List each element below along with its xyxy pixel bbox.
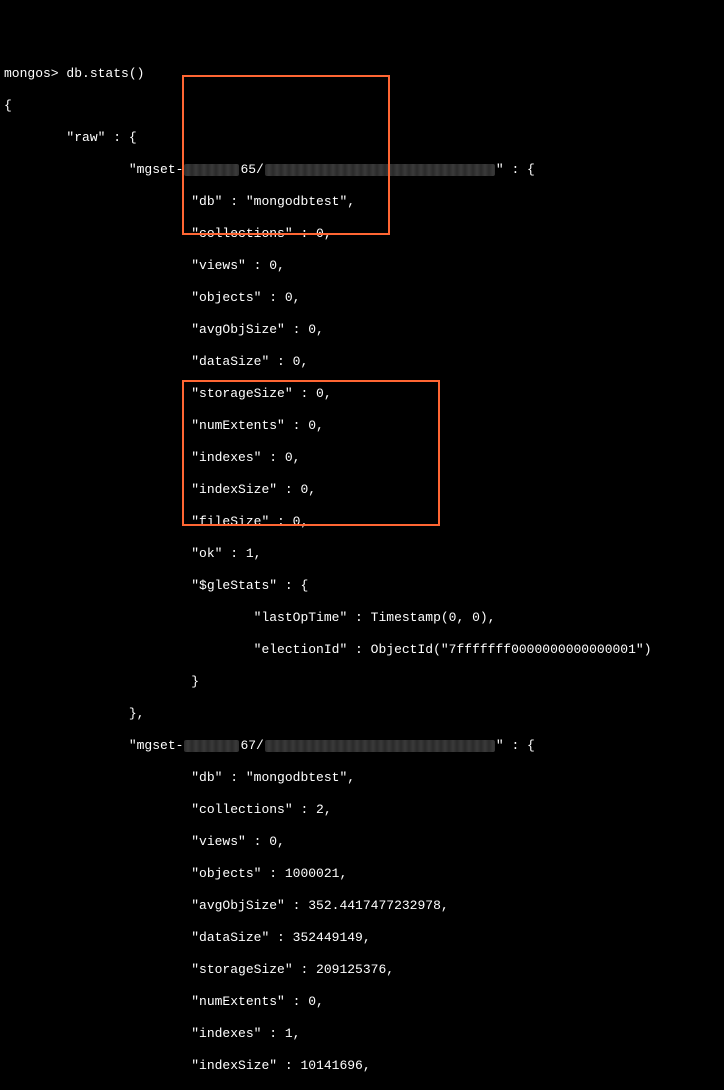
output-line: "lastOpTime" : Timestamp(0, 0), bbox=[4, 610, 720, 626]
output-line: "objects" : 0, bbox=[4, 290, 720, 306]
output-line: "$gleStats" : { bbox=[4, 578, 720, 594]
output-line: "collections" : 0, bbox=[4, 226, 720, 242]
output-line: "dataSize" : 0, bbox=[4, 354, 720, 370]
output-line: "db" : "mongodbtest", bbox=[4, 194, 720, 210]
shard-header: "mgset-67/" : { bbox=[4, 738, 720, 754]
output-line: "views" : 0, bbox=[4, 834, 720, 850]
output-line: "objects" : 1000021, bbox=[4, 866, 720, 882]
output-line: } bbox=[4, 674, 720, 690]
output-line: "avgObjSize" : 352.4417477232978, bbox=[4, 898, 720, 914]
output-line: "indexes" : 1, bbox=[4, 1026, 720, 1042]
redacted-text bbox=[184, 164, 239, 176]
output-line: "storageSize" : 0, bbox=[4, 386, 720, 402]
output-line: }, bbox=[4, 706, 720, 722]
output-line: "indexSize" : 0, bbox=[4, 482, 720, 498]
output-line: "electionId" : ObjectId("7fffffff0000000… bbox=[4, 642, 720, 658]
output-line: "storageSize" : 209125376, bbox=[4, 962, 720, 978]
output-line: "numExtents" : 0, bbox=[4, 418, 720, 434]
output-line: "collections" : 2, bbox=[4, 802, 720, 818]
output-line: "ok" : 1, bbox=[4, 546, 720, 562]
prompt-line: mongos> db.stats() bbox=[4, 66, 720, 82]
output-line: "avgObjSize" : 0, bbox=[4, 322, 720, 338]
output-line: "dataSize" : 352449149, bbox=[4, 930, 720, 946]
output-line: "fileSize" : 0, bbox=[4, 514, 720, 530]
shell-prompt: mongos> bbox=[4, 66, 66, 81]
redacted-text bbox=[265, 164, 495, 176]
command-text: db.stats() bbox=[66, 66, 144, 81]
redacted-text bbox=[184, 740, 239, 752]
output-line: "indexSize" : 10141696, bbox=[4, 1058, 720, 1074]
output-line: "indexes" : 0, bbox=[4, 450, 720, 466]
redacted-text bbox=[265, 740, 495, 752]
output-line: { bbox=[4, 98, 720, 114]
shard-header: "mgset-65/" : { bbox=[4, 162, 720, 178]
output-line: "db" : "mongodbtest", bbox=[4, 770, 720, 786]
output-line: "raw" : { bbox=[4, 130, 720, 146]
output-line: "views" : 0, bbox=[4, 258, 720, 274]
output-line: "numExtents" : 0, bbox=[4, 994, 720, 1010]
